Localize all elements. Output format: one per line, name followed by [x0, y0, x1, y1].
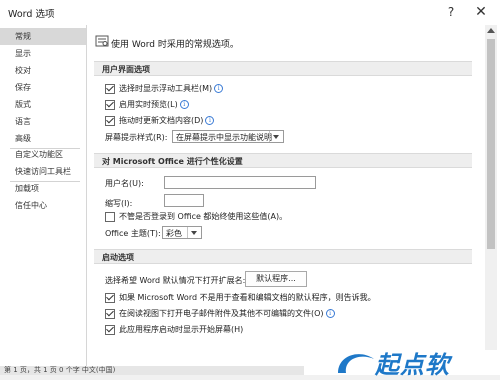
info-icon: i — [214, 84, 224, 93]
initials-input[interactable] — [164, 194, 204, 207]
initials-label: 缩写(I): — [105, 199, 133, 208]
logo-swirl-icon — [338, 354, 374, 373]
live-preview-label: 启用实时预览(L) — [119, 100, 178, 109]
intro-text: 使用 Word 时采用的常规选项。 — [111, 40, 239, 50]
status-bar: 第 1 页，共 1 页 0 个字 中文(中国) — [0, 366, 304, 375]
default-programs-label: 选择希望 Word 默认情况下打开扩展名: — [105, 276, 246, 285]
nav-item-customize-ribbon[interactable]: 自定义功能区 — [0, 146, 86, 163]
info-icon: i — [205, 116, 215, 125]
window-title: Word 选项 — [8, 9, 55, 20]
default-programs-button[interactable]: 默认程序... — [245, 271, 307, 287]
screentip-style-select[interactable]: 在屏幕提示中显示功能说明 — [172, 130, 284, 143]
help-icon[interactable]: ? — [440, 2, 462, 22]
chevron-down-icon — [269, 131, 283, 142]
startup-options-heading: 启动选项 — [94, 249, 472, 264]
screentip-style-label: 屏幕提示样式(R): — [105, 133, 168, 142]
personalize-heading: 对 Microsoft Office 进行个性化设置 — [94, 153, 472, 168]
vertical-scrollbar[interactable] — [485, 25, 497, 350]
chevron-down-icon — [187, 227, 201, 238]
update-while-dragging-label: 拖动时更新文档内容(D) — [119, 116, 204, 125]
always-use-values-label: 不管是否登录到 Office 都始终使用这些值(A)。 — [119, 212, 288, 221]
nav-item-addins[interactable]: 加载项 — [0, 180, 86, 197]
office-theme-value: 彩色 — [166, 229, 182, 238]
settings-icon — [95, 35, 109, 47]
nav-item-advanced[interactable]: 高级 — [0, 130, 86, 147]
always-use-values-checkbox[interactable] — [105, 212, 115, 222]
open-attachments-reading-view-label: 在阅读视图下打开电子邮件附件及其他不可编辑的文件(O) — [119, 309, 324, 318]
nav-item-language[interactable]: 语言 — [0, 113, 86, 130]
office-theme-label: Office 主题(T): — [105, 229, 161, 238]
nav-item-save[interactable]: 保存 — [0, 79, 86, 96]
floating-toolbar-label: 选择时显示浮动工具栏(M) — [119, 84, 213, 93]
scroll-up-icon[interactable] — [487, 28, 495, 33]
nav-item-proofing[interactable]: 校对 — [0, 62, 86, 79]
nav-item-quick-access-toolbar[interactable]: 快速访问工具栏 — [0, 163, 86, 180]
update-while-dragging-checkbox[interactable] — [105, 116, 115, 126]
show-start-screen-label: 此应用程序启动时显示开始屏幕(H) — [119, 325, 244, 334]
ui-options-heading: 用户界面选项 — [94, 61, 472, 76]
close-icon[interactable]: ✕ — [470, 2, 492, 22]
scrollbar-thumb[interactable] — [487, 39, 495, 249]
nav-item-general[interactable]: 常规 — [0, 28, 86, 45]
tell-me-not-default-label: 如果 Microsoft Word 不是用于查看和编辑文档的默认程序，则告诉我。 — [119, 293, 376, 302]
options-content: 使用 Word 时采用的常规选项。 用户界面选项 选择时显示浮动工具栏(M) i … — [87, 25, 500, 375]
screentip-style-value: 在屏幕提示中显示功能说明 — [176, 133, 272, 142]
title-bar: Word 选项 ? ✕ — [0, 0, 500, 25]
show-start-screen-checkbox[interactable] — [105, 325, 115, 335]
options-nav: 常规 显示 校对 保存 版式 语言 高级 自定义功能区 快速访问工具栏 加载项 … — [0, 25, 87, 375]
floating-toolbar-checkbox[interactable] — [105, 84, 115, 94]
tell-me-not-default-checkbox[interactable] — [105, 293, 115, 303]
nav-item-display[interactable]: 显示 — [0, 45, 86, 62]
info-icon: i — [325, 309, 335, 318]
watermark-logo: 起点软 — [330, 345, 500, 379]
username-input[interactable] — [164, 176, 316, 189]
username-label: 用户名(U): — [105, 179, 144, 188]
nav-item-trust-center[interactable]: 信任中心 — [0, 197, 86, 214]
open-attachments-reading-view-checkbox[interactable] — [105, 309, 115, 319]
nav-item-typography[interactable]: 版式 — [0, 96, 86, 113]
office-theme-select[interactable]: 彩色 — [162, 226, 202, 239]
info-icon: i — [179, 100, 189, 109]
live-preview-checkbox[interactable] — [105, 100, 115, 110]
